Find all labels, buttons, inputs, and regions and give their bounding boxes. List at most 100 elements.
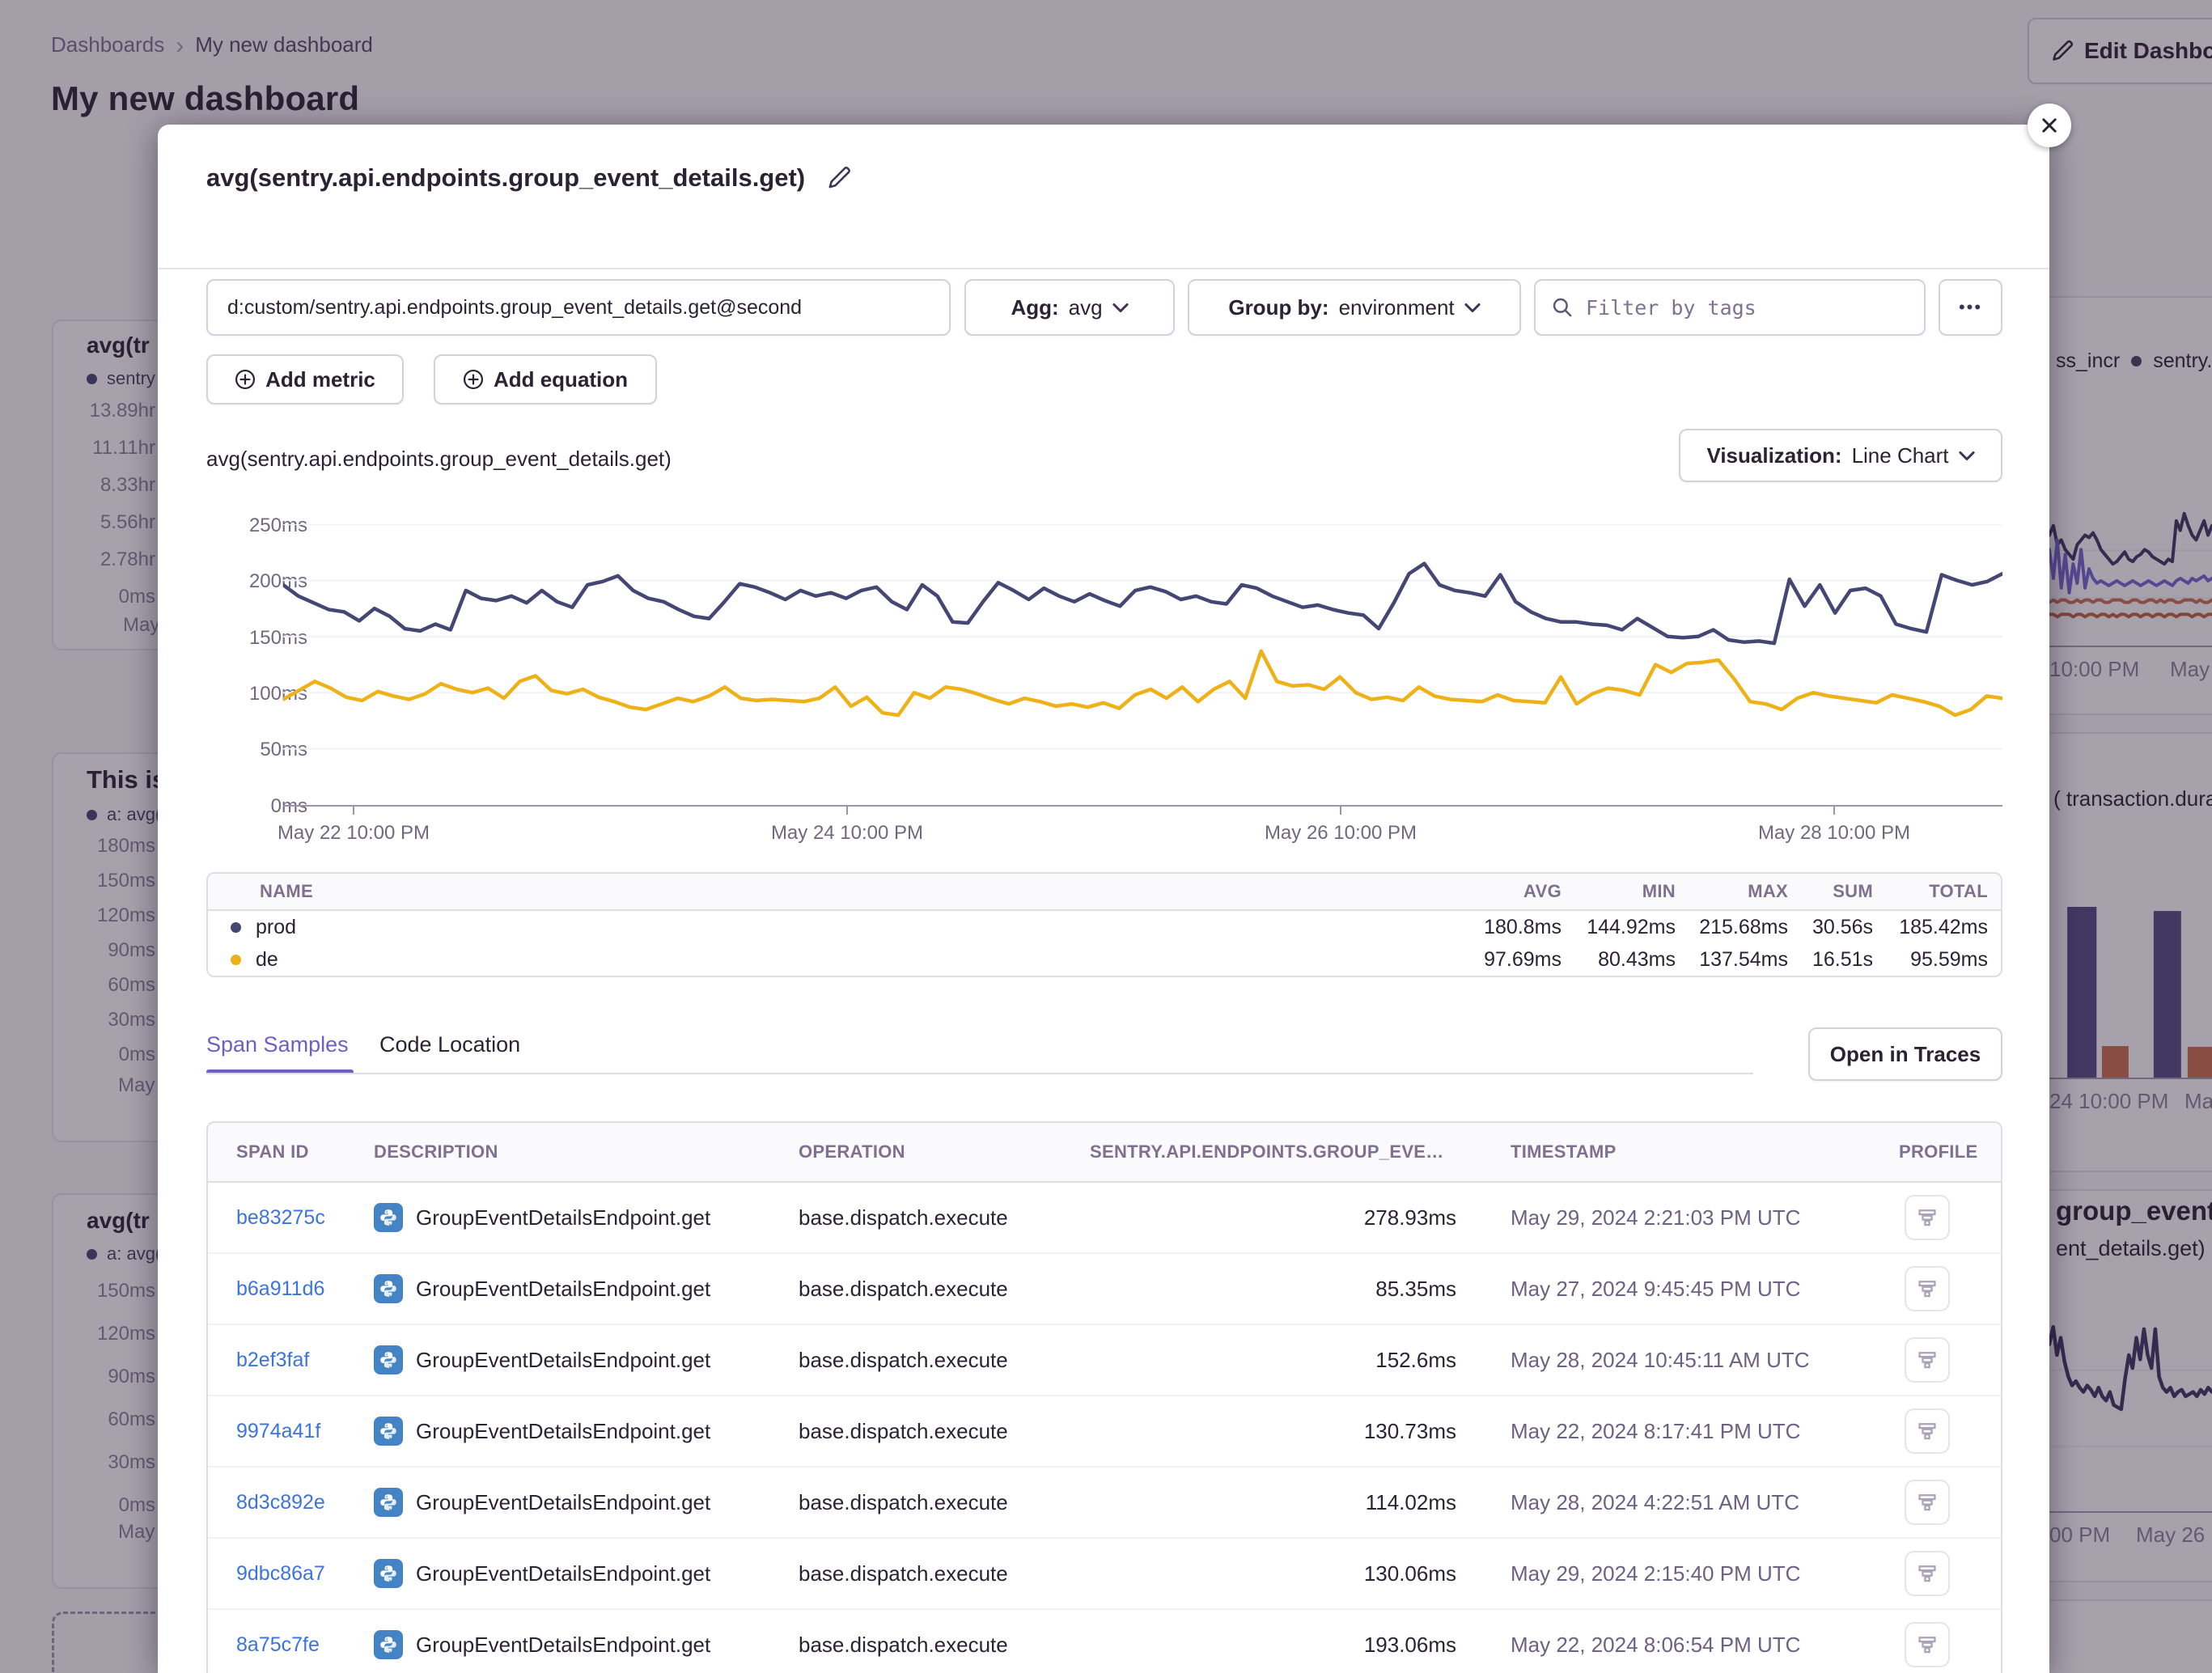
aggregation-dropdown[interactable]: Agg:avg: [964, 279, 1175, 336]
span-description: GroupEventDetailsEndpoint.get: [416, 1490, 710, 1515]
flamegraph-icon: [1917, 1349, 1938, 1370]
x-axis-tick: [1833, 807, 1835, 815]
divider: [158, 268, 2049, 269]
profile-button[interactable]: [1905, 1337, 1950, 1383]
chevron-down-icon: [1959, 451, 1975, 461]
span-operation: base.dispatch.execute: [799, 1348, 1090, 1373]
span-samples-table: SPAN ID DESCRIPTION OPERATION SENTRY.API…: [206, 1121, 2002, 1673]
edit-title-pencil-icon[interactable]: [826, 165, 852, 191]
close-icon: [2040, 116, 2059, 135]
profile-button[interactable]: [1905, 1408, 1950, 1454]
profile-button[interactable]: [1905, 1551, 1950, 1596]
span-duration: 193.06ms: [1090, 1633, 1456, 1658]
span-timestamp: May 22, 2024 8:06:54 PM UTC: [1511, 1633, 1899, 1658]
ellipsis-icon: •••: [1959, 297, 1982, 318]
span-operation: base.dispatch.execute: [799, 1490, 1090, 1515]
chart-title: avg(sentry.api.endpoints.group_event_det…: [206, 447, 672, 472]
tag-filter-field[interactable]: [1534, 279, 1926, 336]
metric-query-input[interactable]: [206, 279, 951, 336]
flamegraph-icon: [1917, 1563, 1938, 1584]
profile-button[interactable]: [1905, 1266, 1950, 1311]
span-description: GroupEventDetailsEndpoint.get: [416, 1277, 710, 1302]
chevron-down-icon: [1464, 303, 1481, 313]
table-row[interactable]: be83275c GroupEventDetailsEndpoint.get b…: [208, 1183, 2001, 1254]
main-line-chart[interactable]: [283, 524, 2002, 805]
flamegraph-icon: [1917, 1492, 1938, 1513]
span-duration: 278.93ms: [1090, 1205, 1456, 1230]
table-row[interactable]: 9dbc86a7 GroupEventDetailsEndpoint.get b…: [208, 1539, 2001, 1610]
span-operation: base.dispatch.execute: [799, 1633, 1090, 1658]
series-color-dot: [231, 955, 241, 965]
x-tick: May 24 10:00 PM: [742, 822, 952, 845]
span-timestamp: May 29, 2024 2:21:03 PM UTC: [1511, 1205, 1899, 1230]
open-in-traces-button[interactable]: Open in Traces: [1808, 1027, 2002, 1081]
span-operation: base.dispatch.execute: [799, 1205, 1090, 1230]
span-timestamp: May 27, 2024 9:45:45 PM UTC: [1511, 1277, 1899, 1302]
span-id-link[interactable]: b6a911d6: [208, 1277, 374, 1301]
flamegraph-icon: [1917, 1421, 1938, 1442]
add-metric-button[interactable]: Add metric: [206, 354, 404, 404]
table-row[interactable]: b6a911d6 GroupEventDetailsEndpoint.get b…: [208, 1254, 2001, 1325]
metric-details-modal: avg(sentry.api.endpoints.group_event_det…: [158, 125, 2049, 1673]
tab-span-samples[interactable]: Span Samples: [206, 1032, 349, 1057]
span-duration: 85.35ms: [1090, 1277, 1456, 1302]
group-by-dropdown[interactable]: Group by:environment: [1188, 279, 1521, 336]
profile-button[interactable]: [1905, 1195, 1950, 1240]
plus-circle-icon: [235, 369, 256, 390]
span-duration: 130.73ms: [1090, 1419, 1456, 1444]
visualization-dropdown[interactable]: Visualization:Line Chart: [1679, 429, 2002, 482]
modal-title: avg(sentry.api.endpoints.group_event_det…: [206, 163, 852, 193]
summary-header-row: NAME AVG MIN MAX SUM TOTAL: [208, 874, 2001, 911]
flamegraph-icon: [1917, 1278, 1938, 1299]
x-axis-tick: [846, 807, 848, 815]
span-description: GroupEventDetailsEndpoint.get: [416, 1633, 710, 1658]
span-id-link[interactable]: b2ef3faf: [208, 1349, 374, 1372]
x-tick: May 28 10:00 PM: [1729, 822, 1939, 845]
tag-filter-input[interactable]: [1584, 295, 1908, 320]
span-operation: base.dispatch.execute: [799, 1561, 1090, 1586]
flamegraph-icon: [1917, 1634, 1938, 1655]
divider: [206, 1073, 1753, 1074]
span-timestamp: May 28, 2024 4:22:51 AM UTC: [1511, 1490, 1899, 1515]
python-icon: [374, 1203, 403, 1232]
screen: Dashboards › My new dashboard My new das…: [0, 0, 2212, 1673]
python-icon: [374, 1274, 403, 1303]
search-icon: [1552, 297, 1573, 318]
close-modal-button[interactable]: [2028, 104, 2071, 147]
span-id-link[interactable]: 8d3c892e: [208, 1491, 374, 1514]
span-operation: base.dispatch.execute: [799, 1277, 1090, 1302]
samples-header-row: SPAN ID DESCRIPTION OPERATION SENTRY.API…: [208, 1123, 2001, 1183]
x-axis-tick: [1340, 807, 1341, 815]
x-tick: May 26 10:00 PM: [1235, 822, 1446, 845]
span-operation: base.dispatch.execute: [799, 1419, 1090, 1444]
span-timestamp: May 22, 2024 8:17:41 PM UTC: [1511, 1419, 1899, 1444]
x-tick: May 22 10:00 PM: [248, 822, 459, 845]
summary-row-prod[interactable]: prod 180.8ms 144.92ms 215.68ms 30.56s 18…: [208, 911, 2001, 943]
span-description: GroupEventDetailsEndpoint.get: [416, 1348, 710, 1373]
span-id-link[interactable]: 9dbc86a7: [208, 1562, 374, 1586]
span-id-link[interactable]: 9974a41f: [208, 1420, 374, 1443]
span-duration: 130.06ms: [1090, 1561, 1456, 1586]
more-options-button[interactable]: •••: [1939, 279, 2002, 336]
chevron-down-icon: [1112, 303, 1129, 313]
summary-row-de[interactable]: de 97.69ms 80.43ms 137.54ms 16.51s 95.59…: [208, 943, 2001, 976]
python-icon: [374, 1417, 403, 1446]
span-id-link[interactable]: 8a75c7fe: [208, 1633, 374, 1657]
x-axis-tick: [353, 807, 354, 815]
table-row[interactable]: 8a75c7fe GroupEventDetailsEndpoint.get b…: [208, 1610, 2001, 1673]
python-icon: [374, 1630, 403, 1659]
python-icon: [374, 1559, 403, 1588]
tab-code-location[interactable]: Code Location: [379, 1032, 520, 1057]
profile-button[interactable]: [1905, 1622, 1950, 1667]
profile-button[interactable]: [1905, 1480, 1950, 1525]
table-row[interactable]: 9974a41f GroupEventDetailsEndpoint.get b…: [208, 1396, 2001, 1468]
x-axis: [283, 805, 2002, 807]
table-row[interactable]: b2ef3faf GroupEventDetailsEndpoint.get b…: [208, 1325, 2001, 1396]
add-equation-button[interactable]: Add equation: [434, 354, 657, 404]
series-color-dot: [231, 922, 241, 933]
python-icon: [374, 1488, 403, 1517]
table-row[interactable]: 8d3c892e GroupEventDetailsEndpoint.get b…: [208, 1468, 2001, 1539]
span-id-link[interactable]: be83275c: [208, 1206, 374, 1230]
span-duration: 152.6ms: [1090, 1348, 1456, 1373]
python-icon: [374, 1345, 403, 1374]
